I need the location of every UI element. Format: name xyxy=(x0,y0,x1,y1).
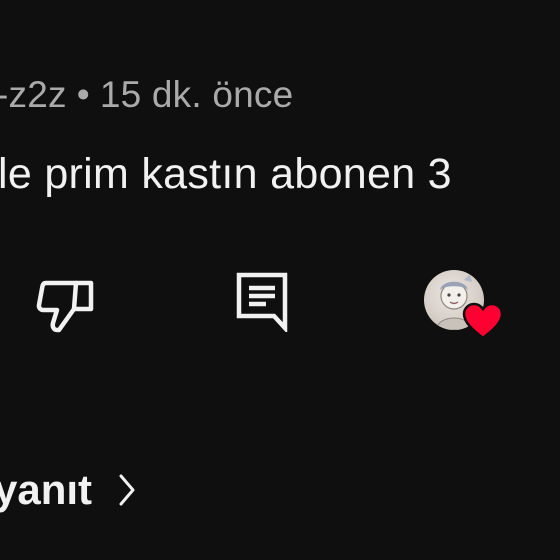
dislike-button[interactable] xyxy=(30,270,102,342)
comment-text: le prim kastın abonen 3 xyxy=(0,150,452,198)
heart-icon xyxy=(462,302,504,340)
view-replies-link[interactable]: yanıt xyxy=(0,466,136,514)
chevron-right-icon xyxy=(118,473,136,507)
comment-icon xyxy=(236,272,288,332)
comment-meta: -z2z • 15 dk. önce xyxy=(0,74,293,116)
comment-author[interactable]: -z2z xyxy=(0,74,67,115)
meta-separator: • xyxy=(76,74,90,115)
creator-heart xyxy=(418,264,508,348)
comment-screen: -z2z • 15 dk. önce le prim kastın abonen 3 xyxy=(0,0,560,560)
reply-button[interactable] xyxy=(228,266,296,338)
replies-label: yanıt xyxy=(0,466,93,513)
thumbs-down-icon xyxy=(36,280,94,333)
comment-timestamp: 15 dk. önce xyxy=(99,74,294,115)
